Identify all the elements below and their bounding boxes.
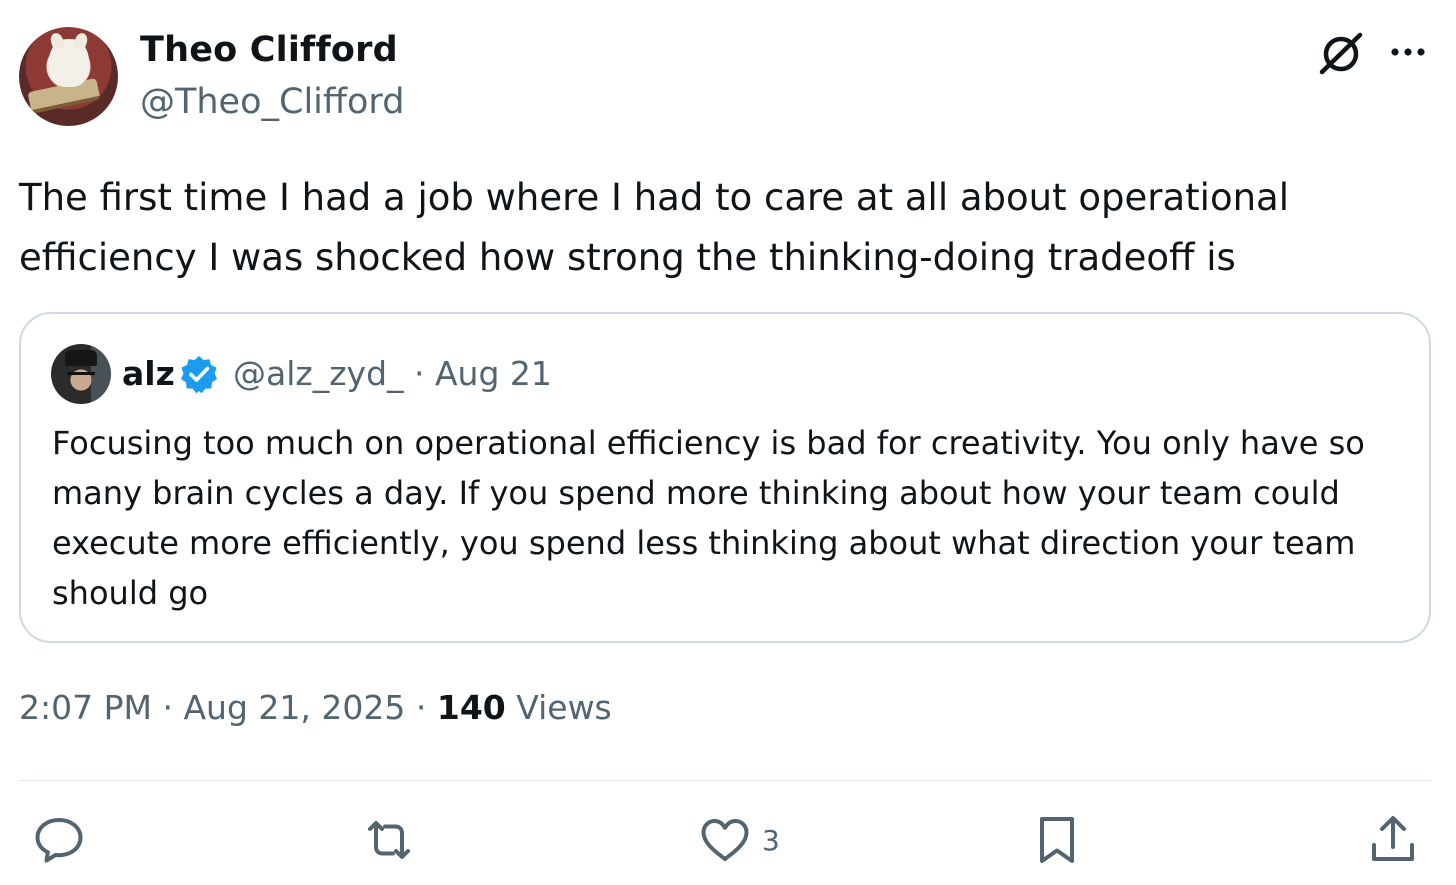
like-button[interactable]: 3 bbox=[698, 812, 780, 868]
reply-icon bbox=[35, 818, 83, 863]
avatar-hat-graphic bbox=[65, 350, 97, 366]
tweet-date[interactable]: Aug 21, 2025 bbox=[183, 688, 405, 727]
share-icon bbox=[1372, 816, 1414, 861]
more-icon[interactable] bbox=[1386, 32, 1430, 72]
verified-badge-icon bbox=[181, 356, 217, 394]
quoted-author-avatar[interactable] bbox=[51, 344, 111, 404]
quoted-author-name[interactable]: alz bbox=[122, 354, 175, 393]
meta-separator: · bbox=[415, 688, 427, 727]
author-avatar[interactable] bbox=[19, 27, 118, 126]
bookmark-icon bbox=[1040, 817, 1074, 863]
grok-icon[interactable] bbox=[1318, 30, 1366, 76]
like-count: 3 bbox=[762, 823, 780, 857]
avatar-glasses-graphic bbox=[67, 372, 95, 378]
views-count: 140 bbox=[436, 688, 506, 727]
retweet-button[interactable] bbox=[362, 812, 416, 868]
bookmark-button[interactable] bbox=[1030, 812, 1084, 868]
retweet-icon bbox=[368, 821, 410, 859]
meta-separator: · bbox=[162, 688, 173, 727]
quoted-handle-date: @alz_zyd_ · Aug 21 bbox=[233, 354, 552, 393]
quoted-tweet-text: Focusing too much on operational efficie… bbox=[52, 424, 1365, 612]
views-label: Views bbox=[516, 688, 612, 727]
share-button[interactable] bbox=[1366, 812, 1420, 868]
heart-icon bbox=[701, 819, 749, 861]
quoted-tweet-card[interactable]: alz @alz_zyd_ · Aug 21 Focusing too much… bbox=[19, 312, 1431, 643]
author-name[interactable]: Theo Clifford bbox=[140, 30, 398, 70]
tweet-meta: 2:07 PM · Aug 21, 2025 · 140 Views bbox=[19, 688, 612, 727]
tweet-time[interactable]: 2:07 PM bbox=[19, 688, 152, 727]
divider bbox=[19, 780, 1431, 781]
author-handle[interactable]: @Theo_Clifford bbox=[140, 82, 404, 122]
avatar-dog-graphic bbox=[49, 39, 89, 87]
tweet-text: The first time I had a job where I had t… bbox=[19, 176, 1289, 279]
reply-button[interactable] bbox=[32, 812, 86, 868]
tweet: Theo Clifford @Theo_Clifford The first t… bbox=[0, 0, 1456, 885]
